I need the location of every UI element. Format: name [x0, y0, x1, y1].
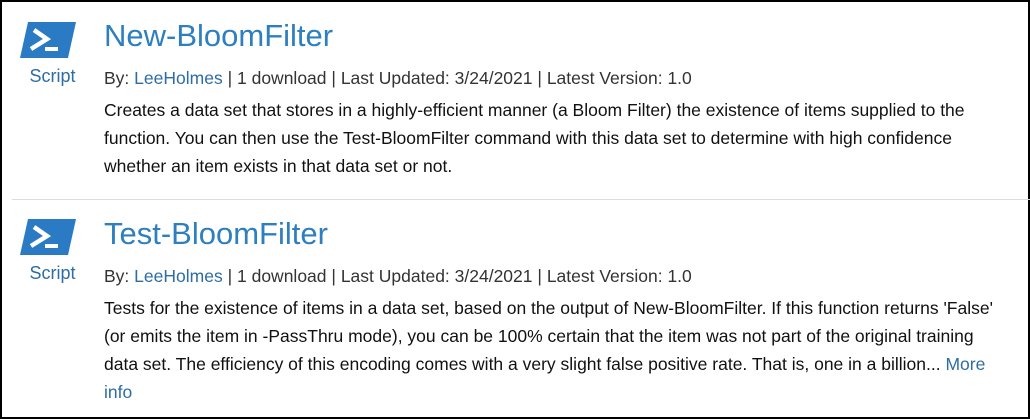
result-content: Test-BloomFilter By: LeeHolmes | 1 downl… [104, 214, 1008, 406]
separator: | [331, 68, 336, 88]
latest-version: Latest Version: 1.0 [546, 68, 692, 88]
description-text: Tests for the existence of items in a da… [104, 298, 993, 374]
result-item: Script Test-BloomFilter By: LeeHolmes | … [2, 200, 1028, 417]
type-label[interactable]: Script [11, 66, 94, 87]
result-meta: By: LeeHolmes | 1 download | Last Update… [104, 66, 1008, 90]
download-count: 1 download [237, 266, 327, 286]
search-results-panel: Script New-BloomFilter By: LeeHolmes | 1… [0, 0, 1030, 419]
separator: | [537, 266, 542, 286]
powershell-icon[interactable] [18, 20, 78, 60]
result-item: Script New-BloomFilter By: LeeHolmes | 1… [2, 2, 1028, 200]
result-description: Tests for the existence of items in a da… [104, 294, 1010, 406]
separator: | [331, 266, 336, 286]
by-label: By: [104, 68, 130, 88]
result-description: Creates a data set that stores in a high… [104, 100, 965, 176]
result-type-column: Script [14, 20, 94, 87]
author-link[interactable]: LeeHolmes [134, 68, 223, 88]
result-title-link[interactable]: Test-BloomFilter [104, 214, 1008, 254]
separator: | [227, 266, 233, 286]
by-label: By: [104, 266, 130, 286]
result-title-link[interactable]: New-BloomFilter [104, 16, 1008, 56]
result-meta: By: LeeHolmes | 1 download | Last Update… [104, 264, 1008, 288]
latest-version: Latest Version: 1.0 [546, 266, 692, 286]
author-link[interactable]: LeeHolmes [134, 266, 223, 286]
type-label[interactable]: Script [11, 263, 94, 284]
separator: | [537, 68, 542, 88]
result-content: New-BloomFilter By: LeeHolmes | 1 downlo… [104, 16, 1008, 180]
last-updated: Last Updated: 3/24/2021 [340, 266, 533, 286]
result-type-column: Script [14, 217, 94, 284]
download-count: 1 download [237, 68, 327, 88]
last-updated: Last Updated: 3/24/2021 [340, 68, 533, 88]
powershell-icon[interactable] [18, 217, 78, 257]
separator: | [227, 68, 233, 88]
